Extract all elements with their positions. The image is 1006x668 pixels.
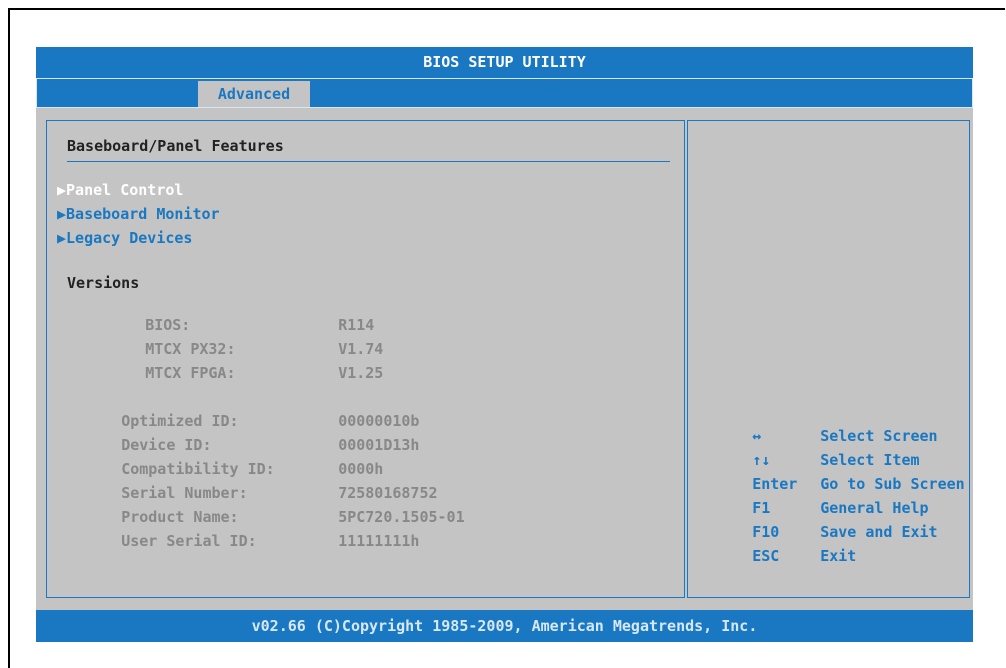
- menu-item-label: Panel Control: [66, 181, 184, 199]
- menu-item-baseboard-monitor[interactable]: ▶Baseboard Monitor: [57, 205, 220, 223]
- tab-bar: Advanced: [36, 78, 973, 108]
- tab-bar-edge-right: [972, 79, 973, 107]
- info-label: User Serial ID:: [121, 532, 257, 550]
- help-panel: ↔ Select Screen ↑↓ Select Item Enter Go to …: [687, 120, 970, 598]
- submenu-arrow-icon: ▶: [57, 205, 67, 223]
- help-key: ESC: [752, 547, 780, 565]
- help-desc: Exit: [820, 547, 857, 565]
- menu-item-label: Baseboard Monitor: [66, 205, 220, 223]
- tab-bar-edge-left: [36, 79, 37, 107]
- version-value: V1.25: [338, 364, 384, 382]
- menu-item-panel-control[interactable]: ▶Panel Control: [57, 181, 183, 199]
- main-panel: Baseboard/Panel Features ▶Panel Control …: [46, 120, 685, 598]
- menu-item-legacy-devices[interactable]: ▶Legacy Devices: [57, 229, 192, 247]
- bios-screen: BIOS SETUP UTILITY Advanced Baseboard/Pa…: [36, 47, 973, 642]
- info-value: 11111111h: [338, 532, 420, 550]
- version-label: MTCX FPGA:: [145, 364, 236, 382]
- menu-item-label: Legacy Devices: [66, 229, 193, 247]
- copyright-footer: v02.66 (C)Copyright 1985-2009, American …: [36, 610, 973, 642]
- help-row-esc: ESC Exit: [698, 529, 856, 583]
- versions-heading: Versions: [67, 274, 140, 292]
- info-row-user-serial-id: User Serial ID: 11111111h: [67, 514, 419, 568]
- section-title: Baseboard/Panel Features: [67, 137, 284, 155]
- tab-advanced[interactable]: Advanced: [198, 81, 310, 107]
- section-divider: [67, 161, 670, 162]
- title-bar: BIOS SETUP UTILITY: [36, 47, 973, 78]
- version-row-mtcx-fpga: MTCX FPGA: V1.25: [91, 346, 383, 400]
- submenu-arrow-icon: ▶: [57, 229, 67, 247]
- submenu-arrow-icon: ▶: [57, 181, 67, 199]
